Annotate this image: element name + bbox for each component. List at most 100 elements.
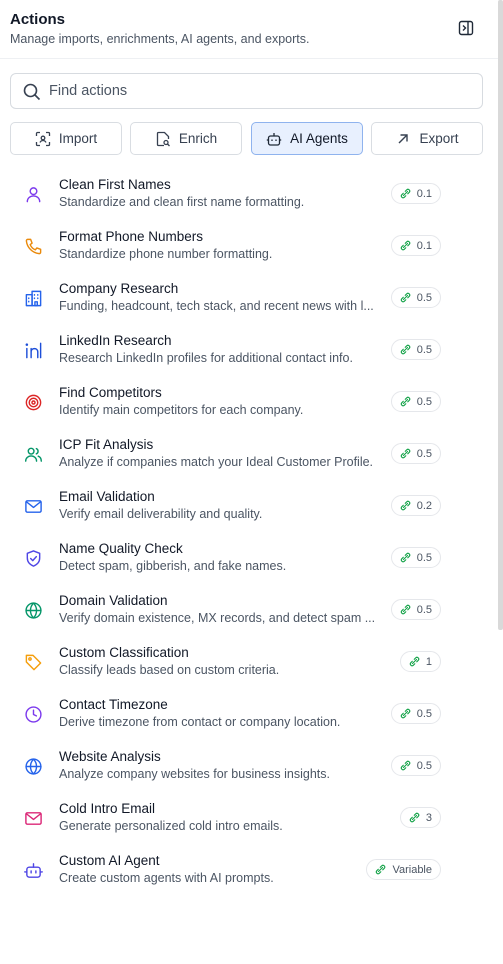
- credit-cost-badge: 0.5: [390, 391, 441, 412]
- credit-cost-value: 0.5: [416, 447, 432, 460]
- mail-icon: [25, 812, 42, 825]
- target-icon: [25, 394, 42, 411]
- action-description: Identify main competitors for each compa…: [59, 403, 304, 417]
- action-item[interactable]: Cold Intro Email Generate personalized co…: [0, 792, 495, 844]
- action-name: Cold Intro Email: [59, 801, 156, 816]
- action-item[interactable]: Contact Timezone Derive timezone from con…: [0, 688, 495, 740]
- linkedin-icon: [25, 342, 42, 359]
- bot-icon: [24, 863, 43, 878]
- credit-cost-value: 0.5: [416, 759, 432, 772]
- collapse-panel-button[interactable]: [455, 17, 477, 39]
- scrollbar[interactable]: [498, 0, 503, 630]
- action-name: Website Analysis: [59, 749, 161, 764]
- credit-cost-value: 3: [425, 811, 432, 824]
- action-name: LinkedIn Research: [59, 333, 172, 348]
- clock-icon: [25, 706, 42, 723]
- action-name: Domain Validation: [59, 593, 168, 608]
- action-description: Funding, headcount, tech stack, and rece…: [59, 299, 374, 313]
- user-icon: [26, 187, 41, 203]
- action-item[interactable]: Custom Classification Classify leads base…: [0, 636, 495, 688]
- action-item[interactable]: Clean First Names Standardize and clean f…: [0, 168, 495, 220]
- action-item[interactable]: Custom AI Agent Create custom agents with…: [0, 844, 495, 896]
- action-description: Create custom agents with AI prompts.: [59, 871, 274, 885]
- tag-icon: [25, 654, 42, 671]
- page-title: Actions: [10, 11, 66, 28]
- credits-link-icon: [400, 500, 410, 511]
- credit-cost-badge: 0.5: [390, 287, 441, 308]
- credit-cost-badge: 0.2: [390, 495, 441, 516]
- action-description: Analyze if companies match your Ideal Cu…: [59, 455, 374, 469]
- action-item[interactable]: Format Phone Numbers Standardize phone nu…: [0, 220, 495, 272]
- panel-header: Actions Manage imports, enrichments, AI …: [0, 0, 503, 59]
- credit-cost-value: 0.1: [416, 187, 432, 200]
- action-description: Detect spam, gibberish, and fake names.: [59, 559, 287, 573]
- action-item[interactable]: Website Analysis Analyze company websites…: [0, 740, 495, 792]
- credits-link-icon: [409, 656, 420, 667]
- credits-link-icon: [400, 448, 410, 459]
- mail-icon: [25, 500, 42, 513]
- users-icon: [24, 447, 43, 462]
- credit-cost-badge: 0.5: [390, 755, 441, 776]
- credit-cost-badge: 0.1: [390, 235, 441, 256]
- credit-cost-badge: 0.5: [390, 703, 441, 724]
- tab-label: AI Agents: [290, 131, 348, 146]
- tab-label: Enrich: [178, 131, 218, 146]
- action-item[interactable]: Email Validation Verify email deliverabil…: [0, 480, 495, 532]
- action-name: Custom AI Agent: [59, 853, 160, 868]
- credit-cost-value: 1: [425, 655, 432, 668]
- credit-cost-badge: 0.5: [390, 547, 441, 568]
- action-name: Clean First Names: [59, 177, 171, 192]
- tab-import[interactable]: Import: [10, 122, 122, 155]
- action-name: Format Phone Numbers: [59, 229, 204, 244]
- credit-cost-value: 0.5: [416, 291, 432, 304]
- tab-export[interactable]: Export: [371, 122, 483, 155]
- action-name: Find Competitors: [59, 385, 162, 400]
- tab-enrich[interactable]: Enrich: [130, 122, 242, 155]
- search-icon: [23, 83, 41, 101]
- action-description: Standardize and clean first name formatt…: [59, 195, 305, 209]
- credit-cost-value: 0.5: [416, 707, 432, 720]
- arrow-up-right-icon: [398, 133, 409, 143]
- category-tabs: Import Enrich AI Agents Export: [10, 122, 483, 155]
- page-subtitle: Manage imports, enrichments, AI agents, …: [10, 32, 310, 46]
- action-name: Contact Timezone: [59, 697, 168, 712]
- scan-icon: [35, 131, 51, 146]
- credit-cost-value: 0.5: [416, 395, 432, 408]
- search-box: [10, 73, 483, 109]
- action-item[interactable]: Domain Validation Verify domain existence…: [0, 584, 495, 636]
- credit-cost-value: 0.5: [416, 603, 432, 616]
- action-item[interactable]: Find Competitors Identify main competitor…: [0, 376, 495, 428]
- action-item[interactable]: ICP Fit Analysis Analyze if companies mat…: [0, 428, 495, 480]
- credits-link-icon: [376, 864, 386, 875]
- action-description: Derive timezone from contact or company …: [59, 715, 341, 729]
- credit-cost-value: 0.5: [416, 551, 432, 564]
- action-item[interactable]: Company Research Funding, headcount, tech…: [0, 272, 495, 324]
- action-description: Analyze company websites for business in…: [59, 767, 330, 781]
- action-name: Company Research: [59, 281, 179, 296]
- action-name: Custom Classification: [59, 645, 189, 660]
- action-description: Generate personalized cold intro emails.: [59, 819, 283, 833]
- globe-icon: [25, 758, 42, 775]
- credits-link-icon: [400, 240, 410, 251]
- credit-cost-badge: 0.5: [390, 599, 441, 620]
- credits-link-icon: [400, 188, 410, 199]
- tab-label: Export: [419, 131, 459, 146]
- sidebar-collapse-icon: [458, 20, 474, 36]
- tab-ai-agents[interactable]: AI Agents: [251, 122, 363, 155]
- credits-link-icon: [409, 812, 420, 823]
- credits-link-icon: [400, 708, 410, 719]
- credit-cost-badge: 3: [399, 807, 441, 828]
- tab-label: Import: [58, 131, 98, 146]
- action-item[interactable]: Name Quality Check Detect spam, gibberish…: [0, 532, 495, 584]
- action-name: ICP Fit Analysis: [59, 437, 154, 452]
- credits-link-icon: [400, 292, 410, 303]
- action-name: Name Quality Check: [59, 541, 183, 556]
- credit-cost-badge: Variable: [366, 859, 441, 880]
- action-item[interactable]: LinkedIn Research Research LinkedIn profi…: [0, 324, 495, 376]
- action-name: Email Validation: [59, 489, 155, 504]
- shield-check-icon: [26, 550, 41, 567]
- credit-cost-value: 0.1: [416, 239, 432, 252]
- credit-cost-value: Variable: [392, 863, 432, 876]
- action-description: Classify leads based on custom criteria.: [59, 663, 280, 677]
- search-input[interactable]: [49, 75, 469, 107]
